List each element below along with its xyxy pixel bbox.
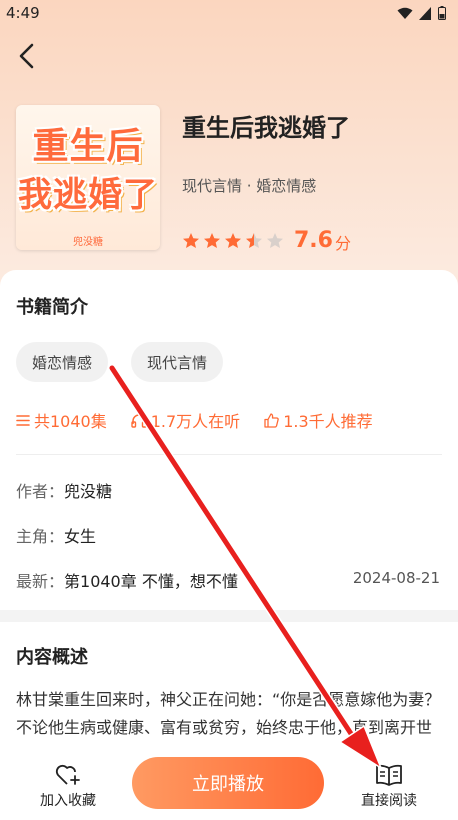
- lead-label: 主角：: [16, 527, 65, 546]
- open-book-icon: [376, 764, 402, 786]
- rating-unit: 分: [334, 234, 351, 253]
- latest-chapter: 第1040章 不懂，想不懂: [64, 572, 238, 591]
- cover-author: 兜没糖: [73, 237, 103, 248]
- listeners-count: 1.7万人在听: [150, 412, 241, 431]
- author-label: 作者：: [16, 482, 65, 501]
- lead-row: 主角：女生: [16, 523, 96, 547]
- summary-title: 内容概述: [16, 647, 88, 668]
- book-title: 重生后我逃婚了: [182, 114, 350, 142]
- tag-romance[interactable]: 婚恋情感: [16, 342, 109, 382]
- author-name[interactable]: 兜没糖: [64, 482, 112, 501]
- play-now-button[interactable]: 立即播放: [132, 757, 324, 809]
- tag-modern[interactable]: 现代言情: [131, 342, 224, 382]
- cover-title-line1: 重生后: [32, 126, 144, 167]
- episodes-stat: 共1040集: [16, 408, 107, 432]
- listeners-stat: 1.7万人在听: [131, 408, 240, 432]
- read-directly-button[interactable]: 直接阅读: [350, 762, 428, 810]
- status-bar: 4:49: [0, 0, 458, 26]
- status-time: 4:49: [6, 4, 40, 22]
- episodes-count: 共1040集: [34, 412, 107, 431]
- book-intro-card: [0, 270, 458, 610]
- star-icon: [183, 232, 199, 248]
- rating: 7.6 分: [182, 226, 351, 254]
- latest-date: 2024-08-21: [352, 569, 440, 587]
- book-genre: 现代言情 · 婚恋情感: [182, 177, 317, 195]
- chevron-left-icon: [19, 43, 34, 69]
- rating-score: 7.6: [294, 227, 333, 253]
- summary-text: 林甘棠重生回来时，神父正在问她：“你是否愿意嫁他为妻？不论他生病或健康、富有或贫…: [16, 690, 441, 737]
- battery-icon: [438, 6, 446, 20]
- star-rating: [182, 232, 284, 249]
- recommend-stat: 1.3千人推荐: [264, 408, 373, 432]
- book-cover[interactable]: 重生后 我逃婚了 兜没糖: [16, 105, 160, 250]
- author-row: 作者：兜没糖: [16, 478, 112, 502]
- star-icon: [225, 232, 241, 248]
- stats-row: 共1040集 1.7万人在听 1.3千人推荐: [16, 408, 397, 432]
- intro-title: 书籍简介: [16, 297, 88, 318]
- star-icon: [267, 232, 283, 248]
- divider: [16, 454, 442, 455]
- latest-row[interactable]: 最新：第1040章 不懂，想不懂: [16, 568, 238, 592]
- thumbs-up-icon: [264, 412, 279, 428]
- lead-value: 女生: [64, 527, 97, 546]
- list-icon: [16, 414, 30, 426]
- headphones-icon: [131, 413, 147, 428]
- heart-plus-icon: [55, 764, 80, 785]
- wifi-icon: [397, 7, 413, 19]
- star-icon: [246, 232, 262, 248]
- favorite-button[interactable]: 加入收藏: [30, 762, 106, 810]
- signal-icon: [419, 6, 431, 20]
- recommend-count: 1.3千人推荐: [283, 412, 373, 431]
- read-label: 直接阅读: [361, 793, 417, 809]
- back-button[interactable]: [10, 40, 42, 72]
- cover-title-line2: 我逃婚了: [18, 175, 158, 215]
- latest-label: 最新：: [16, 572, 65, 591]
- star-icon: [204, 232, 220, 248]
- favorite-label: 加入收藏: [40, 793, 96, 809]
